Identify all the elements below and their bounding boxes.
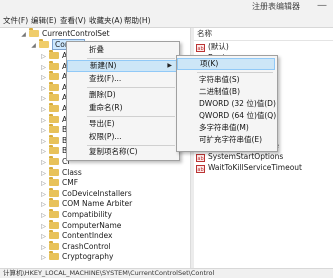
- string-value-icon: ab: [196, 44, 205, 52]
- submenu-item-expandable-string-value[interactable]: 可扩充字符串值(E): [177, 134, 275, 146]
- submenu-arrow-icon: ▶: [167, 62, 172, 69]
- tree-node-label: ComputerName: [62, 220, 122, 230]
- menu-item-find[interactable]: 查找(F)...: [67, 73, 177, 85]
- menu-item-collapse[interactable]: 折叠: [67, 44, 177, 56]
- tree-node-child[interactable]: ▷ CMF: [40, 177, 78, 188]
- folder-icon: [49, 240, 59, 250]
- folder-icon: [49, 71, 59, 81]
- menu-edit[interactable]: 编辑(E): [31, 14, 57, 27]
- menu-separator: [87, 87, 175, 88]
- folder-icon: [49, 50, 59, 59]
- submenu-item-qword-value[interactable]: QWORD (64 位)值(Q): [177, 110, 276, 122]
- tree-node-label: Compatibility: [62, 210, 112, 219]
- folder-icon: [49, 166, 59, 176]
- folder-icon: [49, 134, 59, 144]
- menu-item-delete[interactable]: 删除(D): [67, 89, 177, 101]
- minimize-button[interactable]: —: [315, 0, 329, 14]
- folder-icon: [49, 251, 59, 261]
- menu-item-permissions[interactable]: 权限(P)...: [67, 131, 177, 143]
- folder-icon: [49, 198, 59, 208]
- menu-help[interactable]: 帮助(H): [124, 14, 151, 27]
- folder-icon: [49, 230, 59, 240]
- menu-separator: [87, 58, 175, 59]
- folder-icon: [49, 124, 59, 134]
- tree-node-child[interactable]: ▷ Compatibility: [40, 209, 112, 220]
- submenu-item-multi-string-value[interactable]: 多字符串值(M): [177, 122, 275, 134]
- folder-icon: [49, 219, 59, 229]
- menu-favorites[interactable]: 收藏夹(A): [89, 14, 122, 27]
- menu-item-label: 新建(N): [90, 61, 117, 70]
- tree-node-label: Class: [62, 167, 82, 177]
- folder-icon: [49, 103, 59, 112]
- folder-icon: [49, 156, 59, 165]
- window-title: 注册表编辑器: [252, 2, 300, 11]
- value-row[interactable]: ab WaitToKillServiceTimeout: [196, 162, 302, 173]
- tree-node-child[interactable]: ▷ Class: [40, 166, 82, 178]
- menu-item-rename[interactable]: 重命名(R): [67, 102, 177, 114]
- tree-node-label: CoDeviceInstallers: [62, 188, 132, 198]
- collapse-icon[interactable]: ◢: [30, 40, 37, 51]
- menu-item-export[interactable]: 导出(E): [67, 118, 177, 130]
- submenu-item-dword-value[interactable]: DWORD (32 位)值(D): [177, 98, 276, 110]
- tree-node-label: Cryptography: [62, 252, 114, 262]
- tree-node-child[interactable]: ▷ ComputerName: [40, 219, 122, 231]
- menu-item-copy-key-name[interactable]: 复制项名称(C): [67, 146, 177, 158]
- value-name: (默认): [208, 42, 229, 51]
- folder-icon: [49, 145, 59, 155]
- folder-icon: [49, 92, 59, 102]
- value-row[interactable]: ab SystemStartOptions: [196, 151, 283, 162]
- tree-node-child[interactable]: ▷ COM Name Arbiter: [40, 198, 132, 209]
- folder-icon: [49, 209, 59, 218]
- tree-node-currentcontrolset[interactable]: ◢ CurrentControlSet: [20, 28, 110, 39]
- string-value-icon: ab: [196, 165, 205, 173]
- value-name: SystemStartOptions: [208, 152, 284, 161]
- menu-separator: [87, 116, 175, 117]
- folder-icon: [49, 187, 59, 197]
- collapse-icon[interactable]: ◢: [20, 29, 27, 40]
- title-bar: 注册表编辑器 —: [0, 0, 333, 14]
- tree-node-label: CurrentControlSet: [42, 29, 110, 38]
- tree-node-label: CMF: [62, 178, 79, 188]
- tree-node-child[interactable]: ▷ ContentIndex: [40, 230, 112, 241]
- tree-node-label: ContentIndex: [62, 231, 113, 241]
- menu-bar: 文件(F) 编辑(E) 查看(V) 收藏夹(A) 帮助(H): [0, 14, 333, 28]
- folder-open-icon: [39, 39, 49, 48]
- value-row[interactable]: ab (默认): [196, 41, 229, 52]
- folder-open-icon: [29, 28, 39, 37]
- submenu-item-key[interactable]: 项(K): [177, 58, 275, 70]
- value-name: WaitToKillServiceTimeout: [208, 163, 302, 172]
- context-menu: 折叠 新建(N) ▶ 查找(F)... 删除(D) 重命名(R) 导出(E) 权…: [66, 41, 180, 161]
- tree-node-label: CrashControl: [62, 241, 111, 251]
- new-submenu: 项(K) 字符串值(S) 二进制值(B) DWORD (32 位)值(D) QW…: [176, 55, 278, 152]
- folder-icon: [49, 60, 59, 70]
- folder-icon: [49, 177, 59, 187]
- tree-node-child[interactable]: ▷ CrashControl: [40, 240, 111, 252]
- submenu-item-string-value[interactable]: 字符串值(S): [177, 74, 275, 86]
- tree-node-label: COM Name Arbiter: [62, 199, 133, 209]
- menu-view[interactable]: 查看(V): [60, 14, 86, 27]
- folder-icon: [49, 113, 59, 123]
- menu-item-new[interactable]: 新建(N) ▶: [67, 60, 177, 72]
- menu-file[interactable]: 文件(F): [3, 14, 28, 27]
- folder-icon: [49, 81, 59, 91]
- submenu-item-binary-value[interactable]: 二进制值(B): [177, 86, 275, 98]
- tree-node-child[interactable]: ▷ CoDeviceInstallers: [40, 187, 132, 199]
- expand-icon[interactable]: ▷: [40, 252, 47, 263]
- menu-separator: [197, 72, 273, 73]
- string-value-icon: ab: [196, 154, 205, 162]
- column-header-name[interactable]: 名称: [194, 28, 333, 41]
- tree-node-child[interactable]: ▷ Cryptography: [40, 251, 113, 262]
